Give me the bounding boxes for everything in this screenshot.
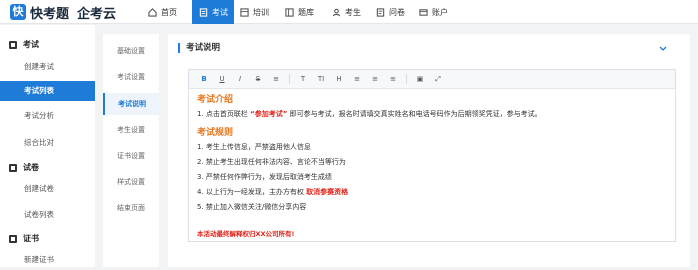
exam-icon	[199, 7, 208, 17]
subnav-exam-settings[interactable]: 考试设置	[103, 66, 159, 88]
brand-name: 快考题	[30, 6, 70, 22]
description-panel: 考试说明 B U I S ≡ T TI H ≡ ≡ ≡ ▣ ⤢ 考试介绍 1. …	[168, 34, 690, 267]
image-button[interactable]: ▣	[411, 70, 429, 89]
subnav-certificate-settings[interactable]: 证书设置	[103, 145, 159, 167]
user-icon	[332, 8, 341, 16]
nav-label-training: 培训	[253, 7, 269, 17]
survey-icon	[376, 7, 385, 17]
subnav-end-page[interactable]: 结束页面	[103, 197, 159, 219]
question-bank-icon	[285, 7, 294, 17]
subnav-candidate-settings[interactable]: 考生设置	[103, 119, 159, 141]
list-button[interactable]: ≡	[267, 70, 285, 89]
nav-label-account: 账户	[432, 7, 448, 17]
italic-button[interactable]: I	[231, 70, 249, 89]
account-icon	[419, 8, 428, 16]
rich-text-editor[interactable]: B U I S ≡ T TI H ≡ ≡ ≡ ▣ ⤢ 考试介绍 1. 点击首页联…	[188, 69, 676, 242]
sidebar-item-new-certificate[interactable]: 新建证书	[0, 250, 95, 270]
panel-title: 考试说明	[178, 43, 220, 53]
nav-candidates[interactable]: 考生	[332, 0, 372, 24]
rule-item: 5. 禁止加入微信关注/微信分享内容	[197, 203, 307, 211]
settings-subnav: 基础设置 考试设置 考试说明 考生设置 证书设置 样式设置 结束页面	[103, 34, 159, 267]
nav-label-home: 首页	[161, 7, 177, 17]
bold-button[interactable]: B	[195, 70, 213, 89]
nav-label-question-bank: 题库	[298, 7, 314, 17]
sidebar-group-label: 考试	[23, 40, 39, 49]
intro-quote: “参加考试”	[250, 110, 288, 118]
sidebar-item-create-paper[interactable]: 创建试卷	[0, 179, 95, 199]
sidebar: 考试 创建考试 考试列表 考试分析 综合比对 试卷 创建试卷 试卷列表 证书 新…	[0, 25, 95, 267]
sidebar-group-label: 试卷	[23, 163, 39, 172]
heading-exam-intro: 考试介绍	[197, 95, 234, 105]
nav-label-candidates: 考生	[345, 7, 361, 17]
toolbar-divider	[289, 74, 290, 84]
heading-button[interactable]: H	[330, 70, 348, 89]
align-right-button[interactable]: ≡	[384, 70, 402, 89]
nav-label-exam: 考试	[212, 7, 228, 17]
intro-text-post: 即可参与考试，报名时请填交真实姓名和电话号码作为后期领奖凭证，参与考试。	[289, 110, 542, 118]
nav-training[interactable]: 培训	[240, 0, 280, 24]
paper-group-icon	[9, 163, 17, 172]
sidebar-item-comparison[interactable]: 综合比对	[0, 133, 95, 153]
heading-exam-rules: 考试规则	[197, 128, 234, 138]
brand-org: 企考云	[77, 6, 117, 22]
nav-account[interactable]: 账户	[419, 0, 459, 24]
strikethrough-button[interactable]: S	[249, 70, 267, 89]
subnav-style-settings[interactable]: 样式设置	[103, 171, 159, 193]
subnav-basic-settings[interactable]: 基础设置	[103, 40, 159, 62]
training-icon	[240, 7, 249, 17]
font-size-button[interactable]: T	[294, 70, 312, 89]
sidebar-group-label: 证书	[23, 234, 39, 243]
toolbar-divider	[406, 74, 407, 84]
sidebar-item-exam-list[interactable]: 考试列表	[0, 81, 95, 101]
intro-text-pre: 1. 点击首页联栏	[197, 110, 248, 118]
brand-logo[interactable]: 快 快考题 企考云	[10, 3, 117, 22]
nav-survey[interactable]: 问卷	[376, 0, 416, 24]
sidebar-item-create-exam[interactable]: 创建考试	[0, 57, 95, 77]
nav-home[interactable]: 首页	[148, 0, 192, 24]
top-navbar: 快 快考题 企考云 首页 考试 培训 题库 考生 问卷 账户	[0, 0, 698, 24]
intro-paragraph: 1. 点击首页联栏 “参加考试” 即可参与考试，报名时请填交真实姓名和电话号码作…	[197, 109, 542, 119]
certificate-group-icon	[9, 234, 17, 243]
fullscreen-button[interactable]: ⤢	[429, 70, 447, 89]
rule4-highlight: 取消参赛资格	[306, 188, 349, 196]
sidebar-group-paper: 试卷	[9, 162, 39, 173]
rule-item: 3. 严禁任何作弊行为，发现后取消考生成绩	[197, 173, 332, 181]
disclaimer-text: 本活动最终解释权归XX公司所有!	[197, 230, 295, 238]
rule-item: 1. 考生上传信息，严禁盗用他人信息	[197, 143, 311, 151]
nav-question-bank[interactable]: 题库	[285, 0, 327, 24]
subnav-exam-description[interactable]: 考试说明	[103, 93, 159, 115]
align-left-button[interactable]: ≡	[348, 70, 366, 89]
editor-toolbar: B U I S ≡ T TI H ≡ ≡ ≡ ▣ ⤢	[189, 70, 675, 89]
logo-mark-icon: 快	[10, 4, 26, 20]
text-style-button[interactable]: TI	[312, 70, 330, 89]
sidebar-group-exam: 考试	[9, 39, 39, 50]
chevron-down-icon[interactable]	[658, 43, 668, 53]
rule-item: 2. 禁止考生出现任何非法内容、言论不当等行为	[197, 158, 346, 166]
sidebar-item-paper-list[interactable]: 试卷列表	[0, 205, 95, 225]
sidebar-group-certificate: 证书	[9, 233, 39, 244]
rule4-text: 4. 以上行为一经发现，主办方有权	[197, 188, 304, 196]
nav-exam[interactable]: 考试	[192, 0, 234, 24]
exam-group-icon	[9, 40, 17, 49]
align-center-button[interactable]: ≡	[366, 70, 384, 89]
nav-label-survey: 问卷	[389, 7, 405, 17]
sidebar-item-exam-analysis[interactable]: 考试分析	[0, 106, 95, 126]
underline-button[interactable]: U	[213, 70, 231, 89]
rule-item: 4. 以上行为一经发现，主办方有权 取消参赛资格	[197, 187, 348, 197]
home-icon	[148, 7, 157, 17]
